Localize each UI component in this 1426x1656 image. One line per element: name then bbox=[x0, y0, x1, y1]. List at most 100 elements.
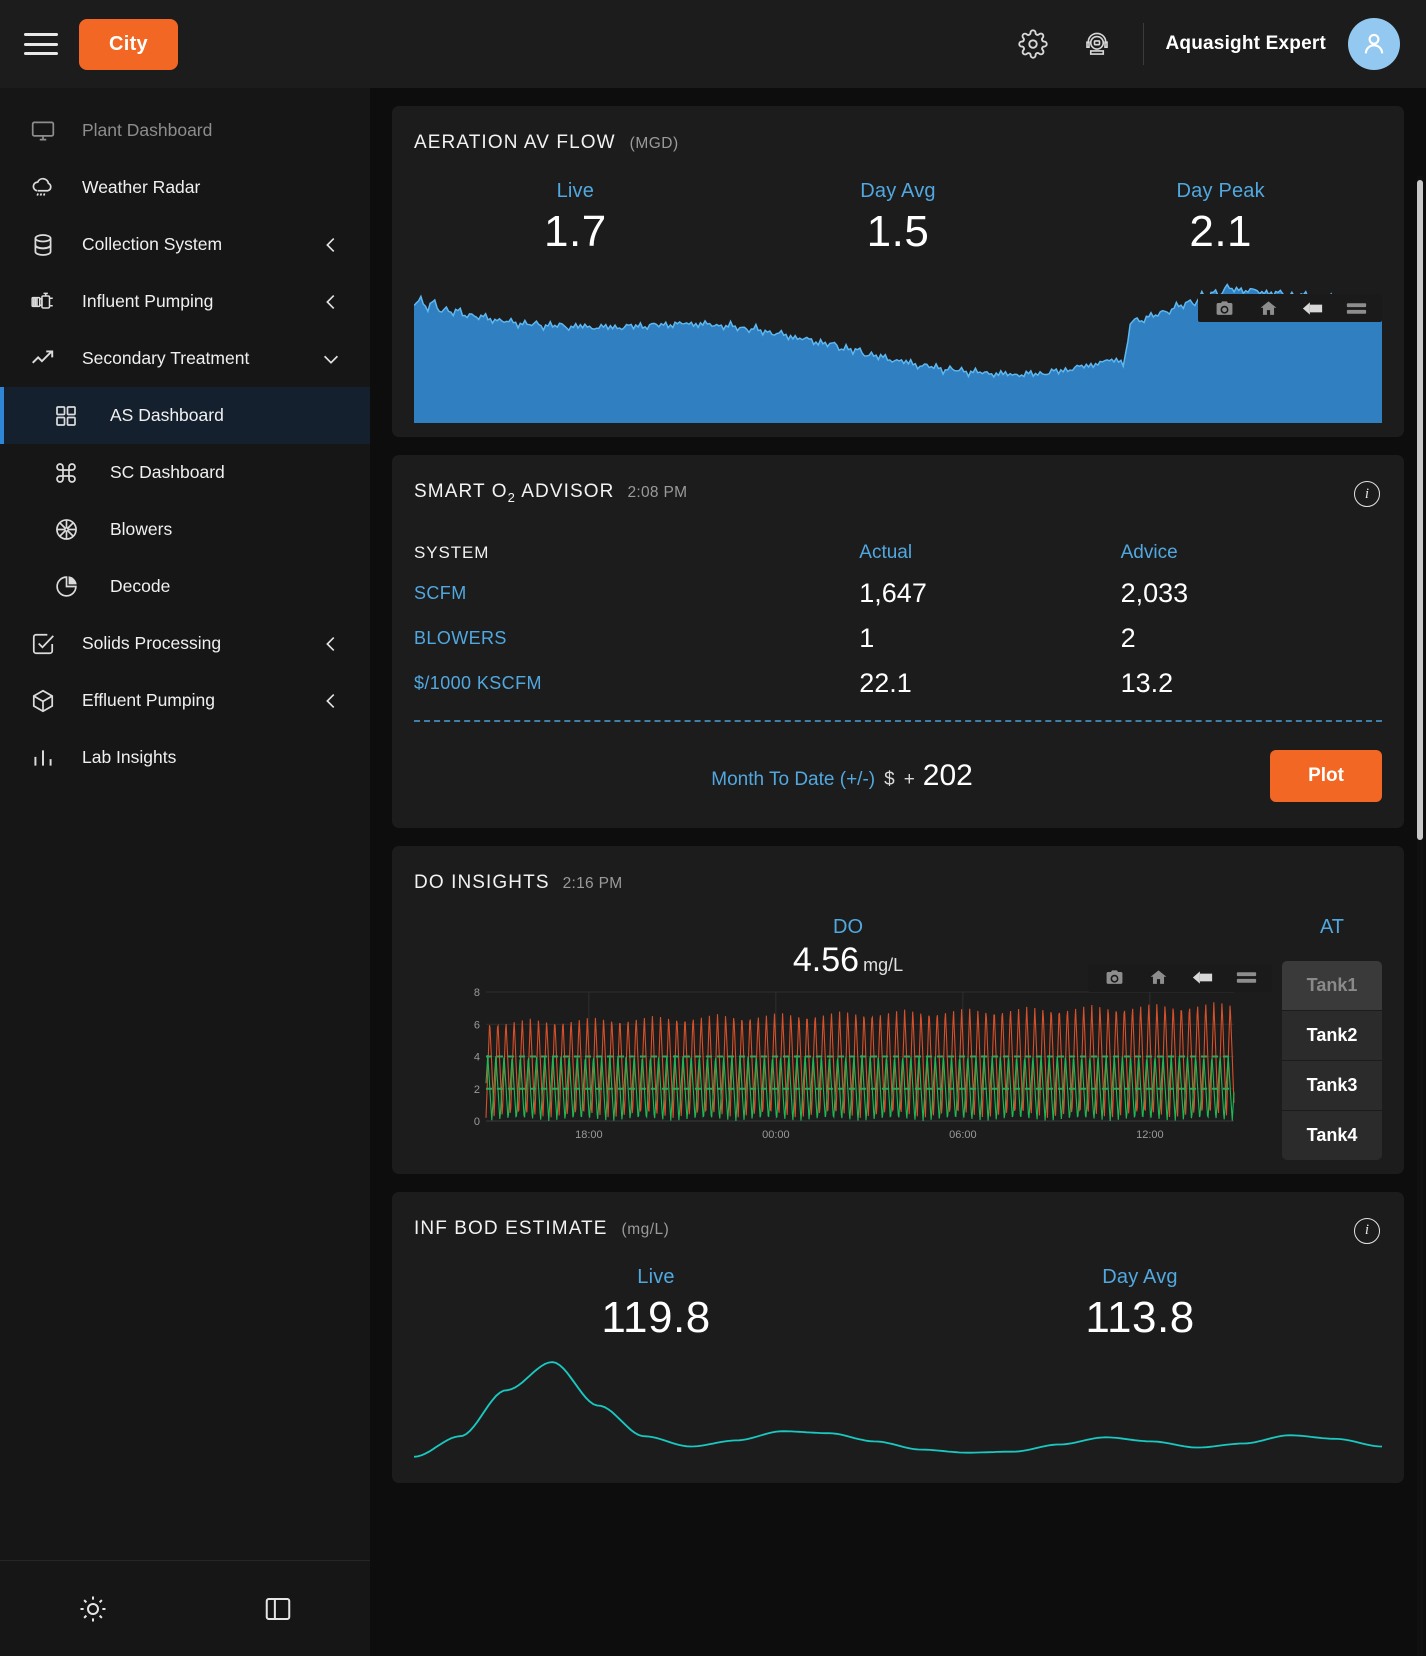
inf-bod-estimate-card: INF BOD ESTIMATE (mg/L) i Live 119.8 Day… bbox=[392, 1191, 1404, 1483]
database-icon bbox=[30, 232, 72, 258]
sidebar-item-label: Influent Pumping bbox=[82, 291, 214, 311]
hamburger-icon[interactable] bbox=[24, 31, 58, 57]
home-icon[interactable] bbox=[1246, 297, 1290, 319]
stat-label: Live bbox=[556, 180, 595, 202]
sidebar-item-lab-insights[interactable]: Lab Insights bbox=[0, 729, 370, 786]
aeration-stat-day-peak: Day Peak 2.1 bbox=[1059, 180, 1382, 257]
stat-value: 1.5 bbox=[866, 207, 930, 256]
sidebar-item-decode[interactable]: Decode bbox=[0, 558, 370, 615]
sidebar-item-label: Lab Insights bbox=[82, 747, 177, 767]
row-name: BLOWERS bbox=[414, 627, 507, 648]
tank-button-4[interactable]: Tank4 bbox=[1282, 1110, 1382, 1160]
headset-bot-icon[interactable] bbox=[1065, 12, 1129, 76]
svg-text:00:00: 00:00 bbox=[762, 1129, 790, 1141]
mtd-value: 202 bbox=[922, 758, 973, 792]
table-row: BLOWERS 1 2 bbox=[414, 616, 1382, 661]
menu-lines-icon[interactable] bbox=[1224, 967, 1268, 989]
user-avatar-icon[interactable] bbox=[1348, 18, 1400, 70]
bod-stats: Live 119.8 Day Avg 113.8 bbox=[414, 1266, 1382, 1343]
user-name: Aquasight Expert bbox=[1165, 33, 1326, 54]
chevron-left-icon[interactable] bbox=[320, 690, 342, 712]
chevron-left-icon[interactable] bbox=[320, 234, 342, 256]
svg-text:6: 6 bbox=[474, 1019, 480, 1031]
svg-text:12:00: 12:00 bbox=[1136, 1129, 1164, 1141]
tank-button-3[interactable]: Tank3 bbox=[1282, 1060, 1382, 1111]
do-time: 2:16 PM bbox=[562, 874, 623, 892]
tank-button-2[interactable]: Tank2 bbox=[1282, 1010, 1382, 1061]
aeration-stats: Live 1.7 Day Avg 1.5 Day Peak 2.1 bbox=[414, 180, 1382, 257]
pie-chart-icon bbox=[54, 574, 100, 599]
header-divider bbox=[1142, 23, 1144, 65]
col-advice: Advice bbox=[1120, 541, 1178, 563]
do-chart-wrapper: 0 2 4 6 8 18:00 00:00 06:00 12:00 bbox=[414, 963, 1282, 1156]
tank-button-1[interactable]: Tank1 bbox=[1282, 960, 1382, 1011]
mtd-currency-symbol: $ bbox=[884, 768, 895, 790]
bod-unit: (mg/L) bbox=[621, 1220, 670, 1238]
stat-value: 2.1 bbox=[1189, 207, 1253, 256]
info-icon[interactable]: i bbox=[1354, 1217, 1380, 1244]
aeration-stat-live: Live 1.7 bbox=[414, 180, 737, 257]
sidebar-item-secondary-treatment[interactable]: Secondary Treatment bbox=[0, 330, 370, 387]
camera-icon[interactable] bbox=[1202, 297, 1246, 319]
month-to-date-row: Month To Date (+/-) $ + 202 Plot bbox=[414, 749, 1382, 808]
main-content: AERATION AV FLOW (MGD) Live 1.7 Day Avg … bbox=[370, 88, 1426, 1656]
advisor-table: SYSTEM Actual Advice SCFM 1,647 2,033 BL… bbox=[414, 535, 1382, 706]
pan-arrow-icon[interactable] bbox=[1290, 297, 1334, 319]
panel-layout-icon[interactable] bbox=[185, 1594, 370, 1624]
chevron-left-icon[interactable] bbox=[320, 291, 342, 313]
sidebar-item-label: Decode bbox=[110, 576, 171, 596]
sidebar-item-as-dashboard[interactable]: AS Dashboard bbox=[0, 387, 370, 444]
sidebar-item-blowers[interactable]: Blowers bbox=[0, 501, 370, 558]
aeration-av-flow-card: AERATION AV FLOW (MGD) Live 1.7 Day Avg … bbox=[392, 106, 1404, 437]
city-button[interactable]: City bbox=[79, 18, 178, 70]
do-insights-chart[interactable]: 0 2 4 6 8 18:00 00:00 06:00 12:00 bbox=[414, 986, 1282, 1151]
sidebar-item-effluent-pumping[interactable]: Effluent Pumping bbox=[0, 672, 370, 729]
sidebar-nav-list: Plant Dashboard Weather Radar Collection… bbox=[0, 88, 370, 786]
sidebar-item-label: AS Dashboard bbox=[110, 405, 224, 425]
stat-label: Day Avg bbox=[860, 180, 936, 202]
svg-text:0: 0 bbox=[474, 1116, 480, 1128]
aeration-plot-toolbar[interactable] bbox=[1198, 294, 1382, 322]
chevron-down-icon[interactable] bbox=[320, 348, 342, 370]
chevron-left-icon[interactable] bbox=[320, 633, 342, 655]
sidebar-item-plant-dashboard[interactable]: Plant Dashboard bbox=[0, 102, 370, 159]
sidebar-item-influent-pumping[interactable]: Influent Pumping bbox=[0, 273, 370, 330]
sidebar-item-collection-system[interactable]: Collection System bbox=[0, 216, 370, 273]
row-actual: 1 bbox=[859, 622, 875, 653]
table-row: SCFM 1,647 2,033 bbox=[414, 571, 1382, 616]
card-title: INF BOD ESTIMATE (mg/L) bbox=[414, 1218, 1382, 1240]
aeration-unit: (MGD) bbox=[629, 135, 679, 152]
row-advice: 13.2 bbox=[1120, 667, 1174, 698]
pump-icon bbox=[30, 289, 72, 315]
top-bar-right: Aquasight Expert bbox=[1001, 12, 1400, 76]
inf-bod-chart[interactable] bbox=[414, 1353, 1382, 1463]
menu-lines-icon[interactable] bbox=[1334, 297, 1378, 319]
do-plot-toolbar[interactable] bbox=[1088, 963, 1272, 992]
stat-label: Day Peak bbox=[1176, 180, 1265, 202]
gear-icon[interactable] bbox=[1001, 12, 1065, 76]
tank-selector-list: Tank1 Tank2 Tank3 Tank4 bbox=[1282, 960, 1382, 1160]
camera-icon[interactable] bbox=[1092, 967, 1136, 989]
advisor-separator bbox=[414, 719, 1382, 722]
stat-value: 113.8 bbox=[1085, 1292, 1195, 1342]
row-advice: 2,033 bbox=[1120, 577, 1189, 608]
sidebar-item-solids-processing[interactable]: Solids Processing bbox=[0, 615, 370, 672]
monitor-icon bbox=[30, 118, 72, 144]
do-label: DO bbox=[833, 915, 863, 938]
plot-button[interactable]: Plot bbox=[1270, 749, 1382, 802]
card-title: SMART O2 ADVISOR 2:08 PM bbox=[414, 481, 1382, 505]
sidebar-item-weather-radar[interactable]: Weather Radar bbox=[0, 159, 370, 216]
sun-brightness-icon[interactable] bbox=[0, 1594, 185, 1624]
smart-o2-advisor-card: SMART O2 ADVISOR 2:08 PM i SYSTEM Actual… bbox=[392, 455, 1404, 828]
month-to-date-summary: Month To Date (+/-) $ + 202 bbox=[414, 759, 1270, 793]
home-icon[interactable] bbox=[1136, 967, 1180, 989]
svg-text:2: 2 bbox=[474, 1084, 480, 1096]
col-actual: Actual bbox=[859, 541, 913, 563]
advisor-time: 2:08 PM bbox=[627, 484, 688, 501]
sidebar-item-sc-dashboard[interactable]: SC Dashboard bbox=[0, 444, 370, 501]
pan-arrow-icon[interactable] bbox=[1180, 967, 1224, 989]
info-icon[interactable]: i bbox=[1354, 481, 1380, 507]
sidebar-footer bbox=[0, 1560, 370, 1656]
main-scrollbar-thumb[interactable] bbox=[1417, 180, 1423, 840]
mtd-label: Month To Date (+/-) bbox=[711, 768, 876, 790]
